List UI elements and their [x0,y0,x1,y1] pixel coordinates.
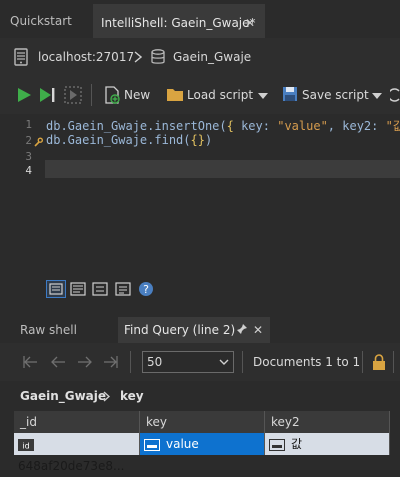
column-header-id[interactable]: _id [14,411,140,433]
svg-text:id: id [22,441,29,450]
breadcrumb-database[interactable]: Gaein_Gwaje [173,38,251,76]
next-page-icon[interactable] [77,355,93,369]
run-selection-icon[interactable] [64,86,82,104]
table-cell-key-selected[interactable]: value [140,433,265,455]
code-token: { [226,119,234,133]
line-gutter: 1 2 3 4 [0,114,43,276]
json-view-icon[interactable] [92,281,108,297]
path-field[interactable]: key [120,381,144,411]
run-icon[interactable] [16,87,32,103]
result-path: Gaein_Gwaje key [0,381,400,411]
line-number: 4 [25,164,32,177]
documents-count: Documents 1 to 1 [253,355,361,369]
chevron-down-icon[interactable] [372,93,382,99]
result-tabs: Raw shell output Find Query (line 2) ✕ [0,313,400,363]
tab-find-query-label: Find Query (line 2) [124,323,236,337]
wrench-icon [34,137,43,147]
toolbar: New Load script Save script [0,76,400,115]
line-number: 3 [25,150,32,163]
last-page-icon[interactable] [103,355,119,369]
chevron-right-icon [134,51,142,63]
table-cell-key2[interactable]: 값 [265,433,390,455]
string-type-icon [144,438,160,451]
table-view-icon[interactable] [70,281,86,297]
code-editor[interactable]: 1 2 3 4 db.Gaein_Gwaje.insertOne({ key: … [0,114,400,276]
new-script-icon[interactable] [103,86,121,104]
code-line-1: db.Gaein_Gwaje.insertOne({ key: "value",… [46,117,400,134]
server-icon [14,48,28,66]
text-view-icon[interactable] [115,281,131,297]
first-page-icon[interactable] [22,355,38,369]
code-token: {} [190,133,205,147]
folder-icon[interactable] [166,87,184,102]
database-icon [151,49,165,65]
tree-view-icon[interactable] [46,280,66,298]
code-token: key: [233,119,278,133]
current-line-highlight [45,160,400,178]
close-icon[interactable]: ✕ [245,6,255,40]
chevron-down-icon[interactable] [258,93,268,99]
breadcrumb-server[interactable]: localhost:27017 [38,38,134,76]
save-script-button[interactable]: Save script [302,76,369,114]
lock-icon[interactable] [372,354,386,370]
new-button[interactable]: New [124,76,150,114]
code-token: "value" [277,119,328,133]
table-cell-id[interactable]: id 648af20de73e8... [14,433,140,473]
pin-icon[interactable] [236,323,248,335]
previous-page-icon[interactable] [50,355,66,369]
chevron-right-icon [103,391,110,402]
page-size-select[interactable]: 50 [142,351,234,373]
chevron-down-icon [219,359,229,366]
page-size-value: 50 [147,355,163,369]
breadcrumb: localhost:27017 Gaein_Gwaje [0,38,400,76]
code-token: "값" [385,119,400,133]
load-script-button[interactable]: Load script [187,76,253,114]
column-header-key2[interactable]: key2 [265,411,390,433]
code-token: , key2: [327,119,386,133]
tab-quickstart-label: Quickstart [10,14,72,28]
tab-raw-shell-output[interactable]: Raw shell output [14,317,116,363]
code-token: db.Gaein_Gwaje.insertOne( [46,119,227,133]
line-number: 1 [25,118,32,131]
help-icon[interactable]: ? [138,281,154,297]
column-header-key[interactable]: key [140,411,265,433]
line-number: 2 [25,134,32,147]
id-type-icon: id [18,438,34,451]
string-type-icon [269,438,285,451]
close-icon[interactable]: ✕ [253,317,263,343]
refresh-icon[interactable] [390,87,400,103]
save-icon[interactable] [282,86,298,102]
code-token: db.Gaein_Gwaje.find( [46,133,191,147]
editor-footer: ? [0,276,400,304]
tab-intellishell-label: IntelliShell: Gaein_Gwaje* [101,16,256,30]
code-token: ) [204,133,213,147]
tab-bar: Quickstart IntelliShell: Gaein_Gwaje* ✕ [0,0,400,39]
result-grid: _id key key2 id 648af20de73e8... value 값 [0,411,400,473]
run-line-icon[interactable] [39,87,57,103]
tab-intellishell[interactable]: IntelliShell: Gaein_Gwaje* ✕ [93,4,265,38]
code-line-2: db.Gaein_Gwaje.find({}) [46,133,212,147]
tab-find-query[interactable]: Find Query (line 2) ✕ [118,317,270,343]
results-toolbar: 50 Documents 1 to 1 [0,343,400,381]
cell-key2-value: 값 [291,437,303,451]
path-collection[interactable]: Gaein_Gwaje [20,381,106,411]
cell-key-value: value [166,437,199,451]
cell-id-value: 648af20de73e8... [18,459,125,473]
tab-quickstart[interactable]: Quickstart [0,4,92,38]
svg-text:?: ? [143,283,149,296]
